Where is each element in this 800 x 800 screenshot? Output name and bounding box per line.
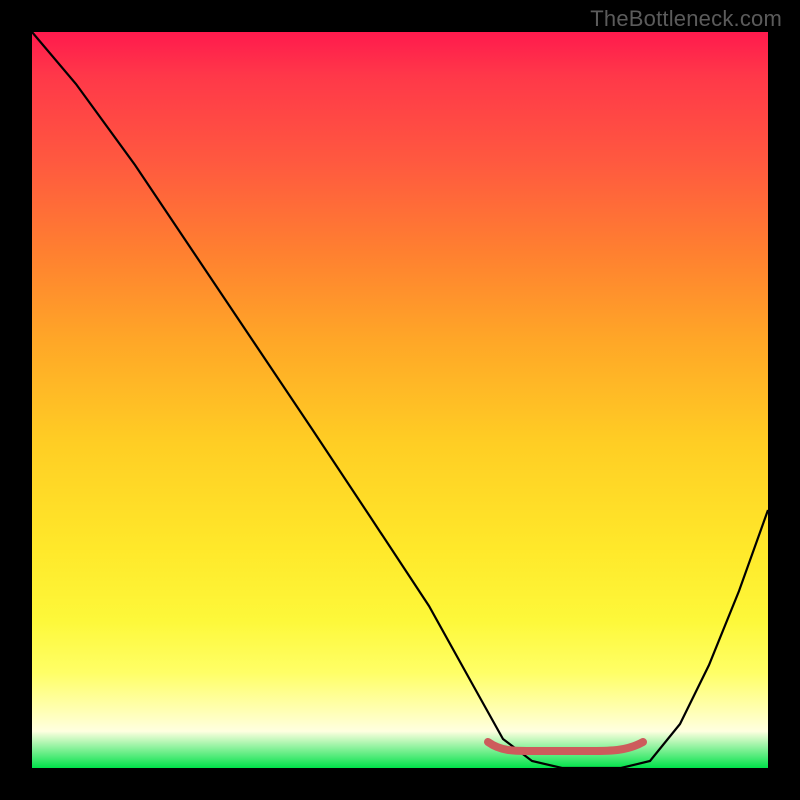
- plot-area: [32, 32, 768, 768]
- watermark-text: TheBottleneck.com: [590, 6, 782, 32]
- main-curve: [32, 32, 768, 768]
- floor-hump: [488, 742, 643, 751]
- chart-svg: [32, 32, 768, 768]
- chart-container: TheBottleneck.com: [0, 0, 800, 800]
